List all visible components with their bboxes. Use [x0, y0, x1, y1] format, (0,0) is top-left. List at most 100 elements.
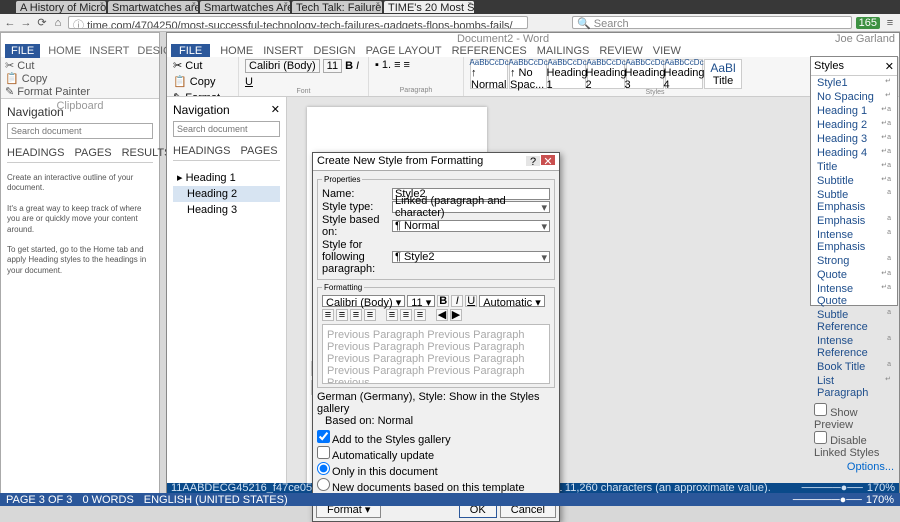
new-docs-radio[interactable]: New documents based on this template: [317, 478, 525, 494]
style-heading2[interactable]: AaBbCcDcHeading 2: [587, 59, 625, 89]
styletype-select[interactable]: Linked (paragraph and character)▾: [392, 201, 550, 213]
tab-view[interactable]: VIEW: [653, 45, 681, 57]
heading-item-selected[interactable]: Heading 2: [173, 186, 280, 202]
underline-button[interactable]: U: [465, 295, 477, 307]
style-list-item[interactable]: Title↵a: [811, 160, 897, 174]
style-heading3[interactable]: AaBbCcDcHeading 3: [626, 59, 664, 89]
nav-tab-pages[interactable]: PAGES: [74, 147, 111, 159]
close-icon[interactable]: ×: [284, 1, 288, 8]
disable-linked-checkbox[interactable]: Disable Linked Styles: [814, 431, 894, 459]
close-icon[interactable]: ✕: [271, 103, 280, 117]
copy-button[interactable]: 📋 Copy: [173, 75, 215, 88]
tab-mailings[interactable]: MAILINGS: [537, 45, 590, 57]
align-left-button[interactable]: ≡: [394, 59, 400, 71]
nav-tab-pages[interactable]: PAGES: [240, 145, 277, 157]
align-right-button[interactable]: ≡: [350, 309, 362, 321]
tab-review[interactable]: REVIEW: [599, 45, 642, 57]
zoom-control[interactable]: ──────●── 170%: [793, 494, 894, 506]
numbering-button[interactable]: 1.: [382, 59, 391, 71]
help-icon[interactable]: ?: [526, 156, 540, 166]
browser-tab[interactable]: Smartwatches are experienci...×: [108, 1, 198, 13]
close-icon[interactable]: ✕: [885, 60, 894, 73]
heading-item[interactable]: ▸ Heading 1: [173, 169, 280, 186]
browser-tab[interactable]: Tech Talk: Failure Of The Ap...×: [292, 1, 382, 13]
style-list-item[interactable]: Style1↵: [811, 76, 897, 90]
following-select[interactable]: ¶ Style2▾: [392, 251, 550, 263]
page-indicator[interactable]: PAGE 3 OF 3: [6, 494, 72, 506]
style-list-item[interactable]: Heading 3↵a: [811, 132, 897, 146]
browser-tab[interactable]: Smartwatches Are Dying Bec...×: [200, 1, 290, 13]
nav-tab-headings[interactable]: HEADINGS: [7, 147, 64, 159]
indent-dec-button[interactable]: ◀: [436, 309, 448, 321]
tab-home[interactable]: HOME: [220, 45, 253, 57]
bold-button[interactable]: B: [437, 295, 449, 307]
back-icon[interactable]: ←: [4, 17, 16, 29]
language-indicator[interactable]: ENGLISH (UNITED STATES): [144, 494, 288, 506]
basedon-select[interactable]: ¶ Normal▾: [392, 220, 550, 232]
nav-search-input[interactable]: [173, 121, 280, 137]
style-list-item[interactable]: Intense Quote↵a: [811, 282, 897, 308]
style-title[interactable]: AaBlTitle: [704, 59, 742, 89]
fmt-color-select[interactable]: Automatic ▾: [479, 295, 545, 307]
forward-icon[interactable]: →: [20, 17, 32, 29]
bold-button[interactable]: B: [345, 60, 353, 72]
italic-button[interactable]: I: [356, 60, 359, 72]
extensions-badge[interactable]: 165: [856, 17, 880, 29]
nav-search-input[interactable]: [7, 123, 153, 139]
tab-insert[interactable]: INSERT: [89, 45, 129, 57]
linespace-button[interactable]: ≡: [386, 309, 398, 321]
style-list-item[interactable]: Book Titlea: [811, 360, 897, 374]
close-icon[interactable]: ×: [376, 1, 380, 8]
style-list-item[interactable]: Heading 4↵a: [811, 146, 897, 160]
bullets-button[interactable]: ▪: [375, 59, 379, 71]
style-heading4[interactable]: AaBbCcDcHeading 4: [665, 59, 703, 89]
tab-home[interactable]: HOME: [48, 45, 81, 57]
browser-search[interactable]: 🔍 Search: [572, 16, 852, 29]
italic-button[interactable]: I: [451, 295, 463, 307]
underline-button[interactable]: U: [245, 76, 253, 88]
style-list-item[interactable]: Intense Emphasisa: [811, 228, 897, 254]
style-normal[interactable]: AaBbCcDc↑ Normal: [470, 59, 508, 89]
indent-inc-button[interactable]: ▶: [450, 309, 462, 321]
tab-insert[interactable]: INSERT: [263, 45, 303, 57]
heading-item[interactable]: Heading 3: [173, 202, 280, 218]
dialog-titlebar[interactable]: Create New Style from Formatting ?✕: [313, 153, 559, 171]
style-list-item[interactable]: Subtitle↵a: [811, 174, 897, 188]
reload-icon[interactable]: ⟳: [36, 16, 48, 29]
menu-icon[interactable]: ≡: [884, 17, 896, 29]
close-icon[interactable]: ×: [468, 1, 472, 8]
url-bar[interactable]: ⓘ time.com/4704250/most-successful-techn…: [68, 16, 528, 29]
tab-file[interactable]: FILE: [171, 44, 210, 58]
tab-pagelayout[interactable]: PAGE LAYOUT: [366, 45, 442, 57]
style-list-item[interactable]: Subtle Emphasisa: [811, 188, 897, 214]
style-list-item[interactable]: Subtle Referencea: [811, 308, 897, 334]
only-document-radio[interactable]: Only in this document: [317, 462, 438, 478]
style-gallery[interactable]: AaBbCcDc↑ Normal AaBbCcDc↑ No Spac... Aa…: [470, 59, 840, 89]
linespace-button[interactable]: ≡: [414, 309, 426, 321]
style-list-item[interactable]: Heading 1↵a: [811, 104, 897, 118]
style-list-item[interactable]: Emphasisa: [811, 214, 897, 228]
style-nospacing[interactable]: AaBbCcDc↑ No Spac...: [509, 59, 547, 89]
options-link[interactable]: Options...: [847, 461, 894, 473]
browser-tab-active[interactable]: TIME's 20 Most Successful Te...×: [384, 1, 474, 13]
style-list-item[interactable]: Quote↵a: [811, 268, 897, 282]
style-list-item[interactable]: No Spacing↵: [811, 90, 897, 104]
style-list-item[interactable]: List Paragraph↵: [811, 374, 897, 400]
tab-design[interactable]: DESIGN: [313, 45, 355, 57]
nav-tab-headings[interactable]: HEADINGS: [173, 145, 230, 157]
align-center-button[interactable]: ≡: [404, 59, 410, 71]
linespace-button[interactable]: ≡: [400, 309, 412, 321]
close-icon[interactable]: ×: [192, 1, 196, 8]
tab-file[interactable]: FILE: [5, 44, 40, 58]
word-count[interactable]: 0 WORDS: [82, 494, 133, 506]
align-center-button[interactable]: ≡: [336, 309, 348, 321]
cut-button[interactable]: ✂ Cut: [173, 59, 202, 72]
style-heading1[interactable]: AaBbCcDcHeading 1: [548, 59, 586, 89]
style-list-item[interactable]: Heading 2↵a: [811, 118, 897, 132]
add-gallery-checkbox[interactable]: Add to the Styles gallery: [317, 430, 451, 446]
align-left-button[interactable]: ≡: [322, 309, 334, 321]
close-icon[interactable]: ×: [100, 1, 104, 8]
style-list-item[interactable]: Intense Referencea: [811, 334, 897, 360]
fmt-font-select[interactable]: Calibri (Body) ▾: [322, 295, 405, 307]
font-select[interactable]: Calibri (Body): [245, 59, 320, 73]
